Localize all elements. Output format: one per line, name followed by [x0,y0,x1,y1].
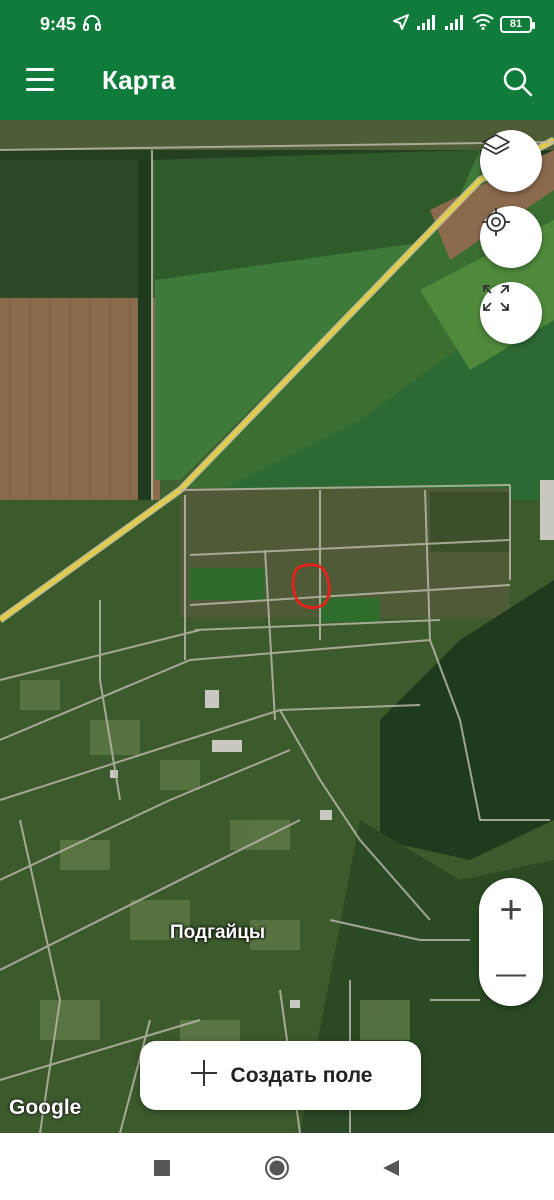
page-title: Карта [102,65,176,95]
back-icon[interactable] [376,1153,406,1183]
battery-icon: 81 [500,16,535,33]
wifi-icon [472,14,494,35]
home-icon[interactable] [262,1153,292,1183]
zoom-in-label: + [499,888,523,932]
search-icon[interactable] [498,62,538,102]
status-time: 9:45 [40,14,77,34]
zoom-control: + — [479,878,543,1006]
app-bar: Карта [0,50,554,120]
my-location-icon[interactable] [480,206,542,268]
plus-icon [189,1058,219,1093]
zoom-out-button[interactable]: — [479,942,543,1006]
google-logo: Google [9,1096,82,1119]
location-arrow-icon [392,13,410,36]
create-field-label: Создать поле [230,1063,373,1087]
status-icons: 81 [392,13,535,36]
layers-icon[interactable] [480,130,542,192]
zoom-out-label: — [496,957,526,990]
status-bar: 9:45 81 [0,0,554,50]
map-imagery [0,120,554,1133]
zoom-in-button[interactable]: + [479,878,543,942]
system-nav-bar [0,1133,554,1200]
headset-icon [82,13,102,38]
place-label: Подгайцы [170,922,266,943]
create-field-button[interactable]: Создать поле [140,1041,421,1110]
hamburger-menu-icon[interactable] [20,62,60,102]
signal-icon [444,14,466,35]
recent-apps-icon[interactable] [147,1153,177,1183]
satellite-map[interactable] [0,120,554,1133]
fullscreen-icon[interactable] [480,282,542,344]
signal-icon [416,14,438,35]
